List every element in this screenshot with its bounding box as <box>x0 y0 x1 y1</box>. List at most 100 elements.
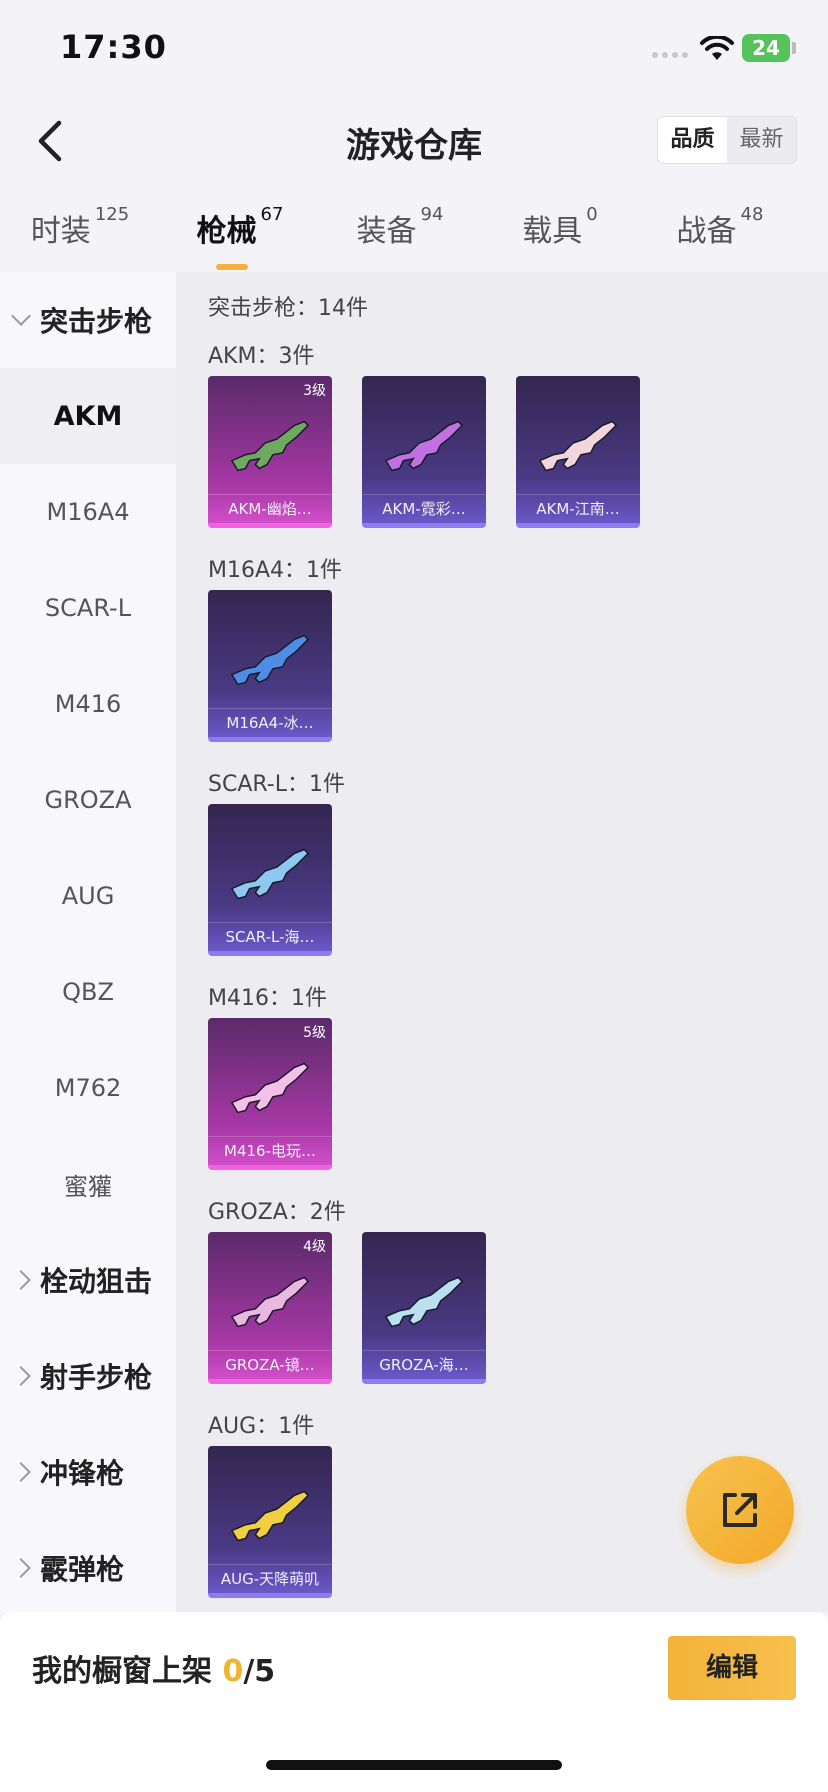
chevron-down-icon <box>11 306 31 326</box>
sidebar-group-assault-rifle[interactable]: 突击步枪 <box>0 272 176 368</box>
card-divider <box>516 494 640 495</box>
weapon-type-sidebar: 突击步枪 AKM M16A4 SCAR-L M416 GROZA AUG QBZ… <box>0 272 176 1612</box>
battery-tip <box>792 42 796 54</box>
sidebar-group-marksman[interactable]: 射手步枪 <box>0 1328 176 1424</box>
weapon-grade-badge: 5级 <box>303 1025 326 1041</box>
chevron-right-icon <box>11 1270 31 1290</box>
sidebar-item-m16a4[interactable]: M16A4 <box>0 464 176 560</box>
weapon-name: GROZA-海… <box>379 1356 469 1374</box>
sidebar-group-label: 栓动狙击 <box>40 1265 153 1298</box>
rifle-icon <box>230 848 310 900</box>
tab-fashion[interactable]: 时装 125 <box>0 190 160 272</box>
weapon-group-title: M416：1件 <box>208 986 327 1011</box>
rifle-icon <box>384 420 464 472</box>
rifle-icon <box>230 1276 310 1328</box>
weapon-name: AKM-幽焰… <box>228 500 312 518</box>
card-divider <box>208 1350 332 1351</box>
tab-label: 枪械 <box>196 214 257 249</box>
tab-supplies[interactable]: 战备 48 <box>640 190 800 272</box>
weapon-card[interactable]: SCAR-L-海… <box>208 804 332 956</box>
tab-equipment[interactable]: 装备 94 <box>320 190 480 272</box>
card-divider <box>208 494 332 495</box>
section-total: 突击步枪：14件 <box>208 296 368 321</box>
weapon-name: SCAR-L-海… <box>225 928 315 946</box>
weapon-card[interactable]: M16A4-冰… <box>208 590 332 742</box>
rifle-icon <box>230 1490 310 1542</box>
edit-button[interactable]: 编辑 <box>668 1636 796 1700</box>
tab-count: 0 <box>586 204 598 225</box>
rifle-icon <box>230 634 310 686</box>
sidebar-item-akm[interactable]: AKM <box>0 368 176 464</box>
sidebar-group-smg[interactable]: 冲锋枪 <box>0 1424 176 1520</box>
rifle-icon <box>230 420 310 472</box>
sidebar-item-m416[interactable]: M416 <box>0 656 176 752</box>
sidebar-item-aug[interactable]: AUG <box>0 848 176 944</box>
weapon-name: AKM-江南… <box>536 500 620 518</box>
sidebar-group-shotgun[interactable]: 霰弹枪 <box>0 1520 176 1612</box>
sidebar-group-bolt-action[interactable]: 栓动狙击 <box>0 1232 176 1328</box>
tab-count: 67 <box>260 204 284 225</box>
signal-icon <box>652 52 690 60</box>
home-indicator <box>266 1760 562 1770</box>
tab-label: 载具 <box>522 214 583 249</box>
weapon-card[interactable]: 3级 AKM-幽焰… <box>208 376 332 528</box>
share-button[interactable] <box>686 1456 794 1564</box>
weapon-list: 突击步枪：14件 AKM：3件 3级 AKM-幽焰… AKM-霓彩… AKM-江南… M1… <box>176 272 828 1612</box>
sidebar-item-m762[interactable]: M762 <box>0 1040 176 1136</box>
rifle-icon <box>384 1276 464 1328</box>
tab-count: 125 <box>94 204 130 225</box>
tab-count: 48 <box>740 204 764 225</box>
wifi-icon <box>700 36 734 60</box>
card-divider <box>208 1136 332 1137</box>
sort-quality-option[interactable]: 品质 <box>658 117 727 163</box>
chevron-right-icon <box>11 1366 31 1386</box>
battery-icon: 24 <box>742 34 790 62</box>
tab-vehicles[interactable]: 载具 0 <box>480 190 640 272</box>
weapon-card[interactable]: AKM-江南… <box>516 376 640 528</box>
category-tabs: 时装 125 枪械 67 装备 94 载具 0 战备 48 <box>0 190 828 272</box>
weapon-card-row: 5级 M416-电玩… <box>176 1018 828 1176</box>
weapon-group-title: AUG：1件 <box>208 1414 315 1439</box>
weapon-groups: AKM：3件 3级 AKM-幽焰… AKM-霓彩… AKM-江南… M16A4：1件 M16… <box>176 320 828 1604</box>
weapon-card-row: SCAR-L-海… <box>176 804 828 962</box>
sidebar-item-honey-badger[interactable]: 蜜獾 <box>0 1136 176 1232</box>
shelf-total: /5 <box>243 1654 276 1689</box>
card-divider <box>208 1564 332 1565</box>
card-divider <box>208 708 332 709</box>
weapon-name: M16A4-冰… <box>226 714 314 732</box>
sidebar-group-label: 突击步枪 <box>40 305 153 338</box>
bottom-bar: 我的橱窗上架 0/5 编辑 <box>0 1612 828 1792</box>
shelf-status: 我的橱窗上架 0/5 <box>32 1646 275 1690</box>
tab-label: 战备 <box>676 214 737 249</box>
sidebar-item-groza[interactable]: GROZA <box>0 752 176 848</box>
weapon-name: M416-电玩… <box>224 1142 316 1160</box>
weapon-card[interactable]: 5级 M416-电玩… <box>208 1018 332 1170</box>
rifle-icon <box>538 420 618 472</box>
weapon-card[interactable]: 4级 GROZA-镜… <box>208 1232 332 1384</box>
sort-newest-option[interactable]: 最新 <box>727 117 796 163</box>
sidebar-item-scar-l[interactable]: SCAR-L <box>0 560 176 656</box>
status-time: 17:30 <box>60 28 167 66</box>
sidebar-group-label: 射手步枪 <box>40 1361 153 1394</box>
weapon-group-title: M16A4：1件 <box>208 558 343 583</box>
rifle-icon <box>230 1062 310 1114</box>
chevron-right-icon <box>11 1558 31 1578</box>
card-divider <box>208 922 332 923</box>
sidebar-item-qbz[interactable]: QBZ <box>0 944 176 1040</box>
weapon-card[interactable]: AKM-霓彩… <box>362 376 486 528</box>
weapon-card[interactable]: GROZA-海… <box>362 1232 486 1384</box>
active-tab-indicator <box>216 264 248 270</box>
card-divider <box>362 494 486 495</box>
weapon-card-row: 4级 GROZA-镜… GROZA-海… <box>176 1232 828 1390</box>
weapon-card[interactable]: AUG-天降萌叽 <box>208 1446 332 1598</box>
sidebar-group-label: 冲锋枪 <box>40 1457 125 1490</box>
weapon-name: AUG-天降萌叽 <box>220 1570 320 1588</box>
weapon-card-row: M16A4-冰… <box>176 590 828 748</box>
tab-count: 94 <box>420 204 444 225</box>
chevron-right-icon <box>11 1462 31 1482</box>
weapon-grade-badge: 4级 <box>303 1239 326 1255</box>
tab-firearms[interactable]: 枪械 67 <box>160 190 320 272</box>
shelf-count: 0 <box>222 1654 244 1689</box>
status-bar: 17:30 24 <box>0 0 828 100</box>
sidebar-group-label: 霰弹枪 <box>40 1553 125 1586</box>
